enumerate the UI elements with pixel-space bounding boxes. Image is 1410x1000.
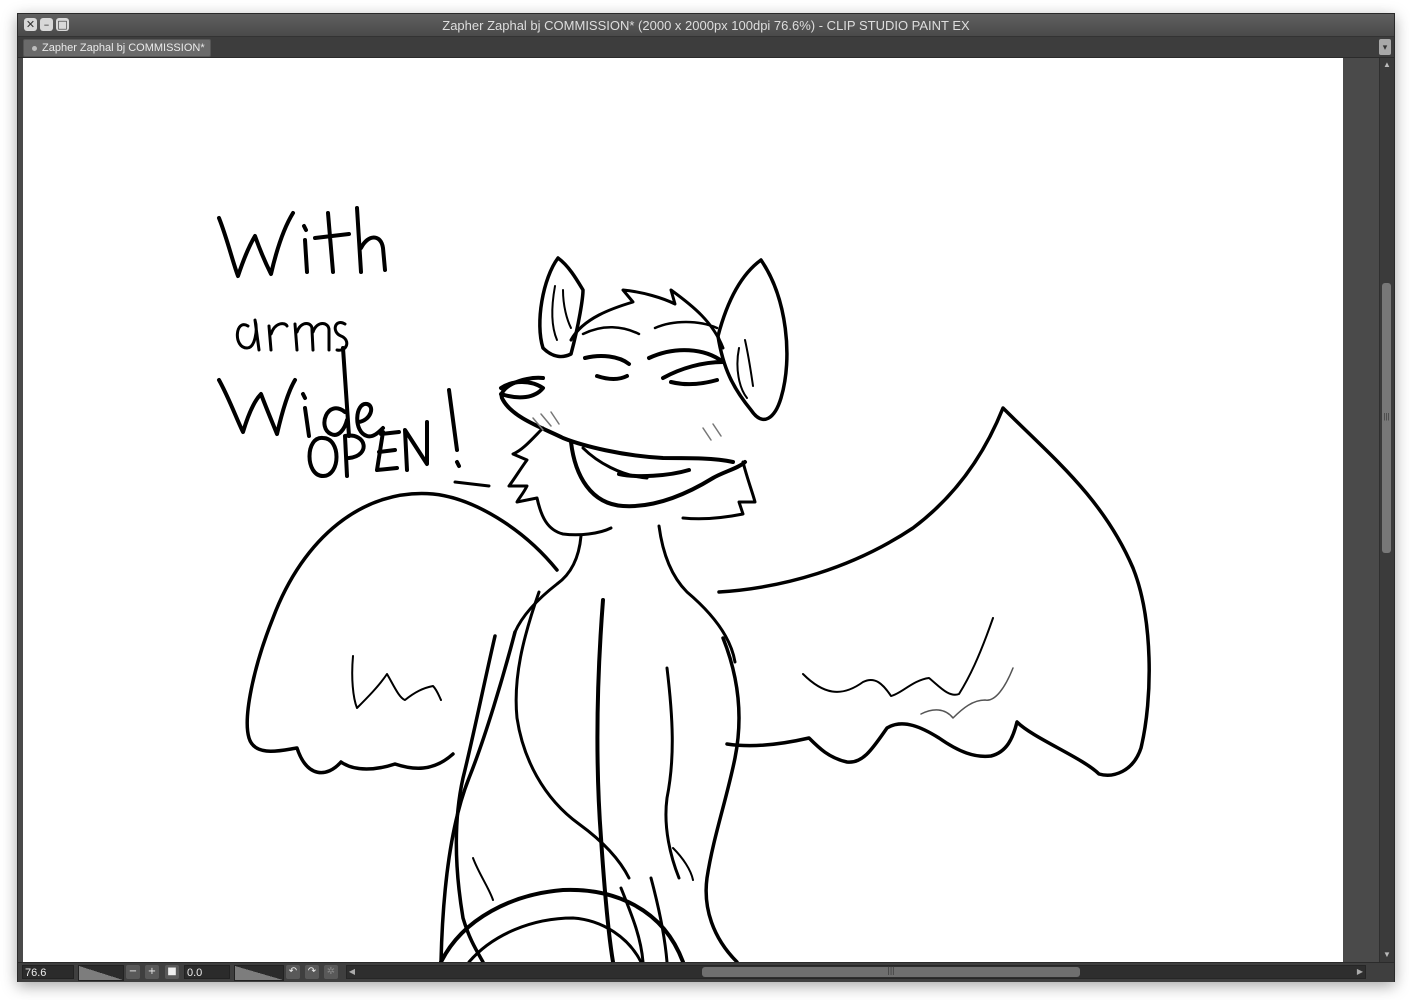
app-window: ✕ – □ Zapher Zaphal bj COMMISSION* (2000… <box>17 13 1395 982</box>
letter-h <box>355 206 387 274</box>
scroll-down-arrow-icon[interactable]: ▼ <box>1382 950 1392 960</box>
scroll-grip-icon: ||| <box>1383 412 1390 421</box>
zoom-out-icon[interactable]: − <box>126 965 140 979</box>
left-wing-inner <box>351 655 442 709</box>
zoom-slider-wedge <box>79 966 123 980</box>
word-wide <box>217 346 385 439</box>
rotate-right-icon[interactable]: ↷ <box>305 965 319 979</box>
left-ear-inner <box>551 285 572 341</box>
rotate-left-icon[interactable]: ↶ <box>286 965 300 979</box>
closed-eye-left <box>583 354 631 381</box>
torso-left <box>439 630 517 962</box>
rotation-slider[interactable] <box>234 965 284 981</box>
document-tab-bar: Zapher Zaphal bj COMMISSION* ▾ <box>18 37 1394 58</box>
document-tab-label: Zapher Zaphal bj COMMISSION* <box>42 42 205 54</box>
forearm-lines <box>619 876 669 962</box>
belly-inner-curve <box>467 916 643 962</box>
letter-t <box>313 211 351 274</box>
left-ear <box>538 256 585 359</box>
zoom-in-icon[interactable]: + <box>145 965 159 979</box>
document-tab[interactable]: Zapher Zaphal bj COMMISSION* <box>23 39 211 57</box>
right-wing-outline <box>717 406 1151 777</box>
right-wing-inner <box>802 617 994 697</box>
blush-right <box>702 423 722 441</box>
muzzle <box>499 375 735 464</box>
zoom-level-field[interactable]: 76.6 <box>22 965 74 979</box>
letter-w <box>217 211 295 278</box>
right-wing-shading <box>920 667 1014 719</box>
neck-left <box>513 534 583 634</box>
mouth-open <box>569 440 747 509</box>
rotation-angle-field[interactable]: 0.0 <box>184 965 230 979</box>
rotation-slider-wedge <box>235 966 283 980</box>
canvas-side-gutter <box>1343 58 1379 962</box>
tab-list-dropdown-button[interactable]: ▾ <box>1379 39 1391 55</box>
zoom-slider[interactable] <box>78 965 124 981</box>
arm-right-inner <box>664 666 681 880</box>
word-arms <box>235 318 349 352</box>
torso-center-line <box>514 590 631 880</box>
window-title: Zapher Zaphal bj COMMISSION* (2000 x 200… <box>442 18 970 33</box>
arm-right-outer <box>704 636 741 962</box>
drawing-canvas[interactable] <box>23 58 1343 962</box>
right-ear <box>716 258 789 422</box>
horizontal-scroll-thumb[interactable]: ||| <box>702 965 1080 977</box>
closed-eye-right <box>647 348 725 387</box>
head-top-fur <box>569 288 725 350</box>
reset-rotation-icon[interactable]: ✲ <box>324 965 338 979</box>
sketch-lineart <box>217 206 1151 962</box>
scroll-up-arrow-icon[interactable]: ▲ <box>1382 60 1392 70</box>
scroll-left-arrow-icon[interactable]: ◀ <box>347 966 357 978</box>
vertical-scrollbar[interactable]: ▲ ||| ▼ <box>1379 58 1394 962</box>
letter-i <box>302 224 309 274</box>
title-bar[interactable]: ✕ – □ Zapher Zaphal bj COMMISSION* (2000… <box>18 14 1394 37</box>
horizontal-scroll-grip-icon: ||| <box>887 965 895 975</box>
speech-dash <box>453 480 491 488</box>
fit-to-window-icon[interactable]: ■ <box>165 965 179 979</box>
scroll-right-arrow-icon[interactable]: ▶ <box>1355 966 1365 978</box>
brow-left <box>581 326 641 336</box>
spine-line <box>595 598 615 962</box>
status-bar: 76.6 − + ■ 0.0 ↶ ↷ ✲ ◀ ||| ▶ <box>18 962 1394 982</box>
horizontal-scrollbar[interactable]: ◀ ||| ▶ <box>346 965 1366 979</box>
tab-modified-dot-icon <box>32 45 37 51</box>
right-ear-inner <box>736 339 754 399</box>
vertical-scroll-thumb[interactable]: ||| <box>1382 283 1391 553</box>
nose <box>499 380 545 400</box>
cheek-fur-left <box>507 426 613 537</box>
left-wing-outline <box>245 491 559 775</box>
